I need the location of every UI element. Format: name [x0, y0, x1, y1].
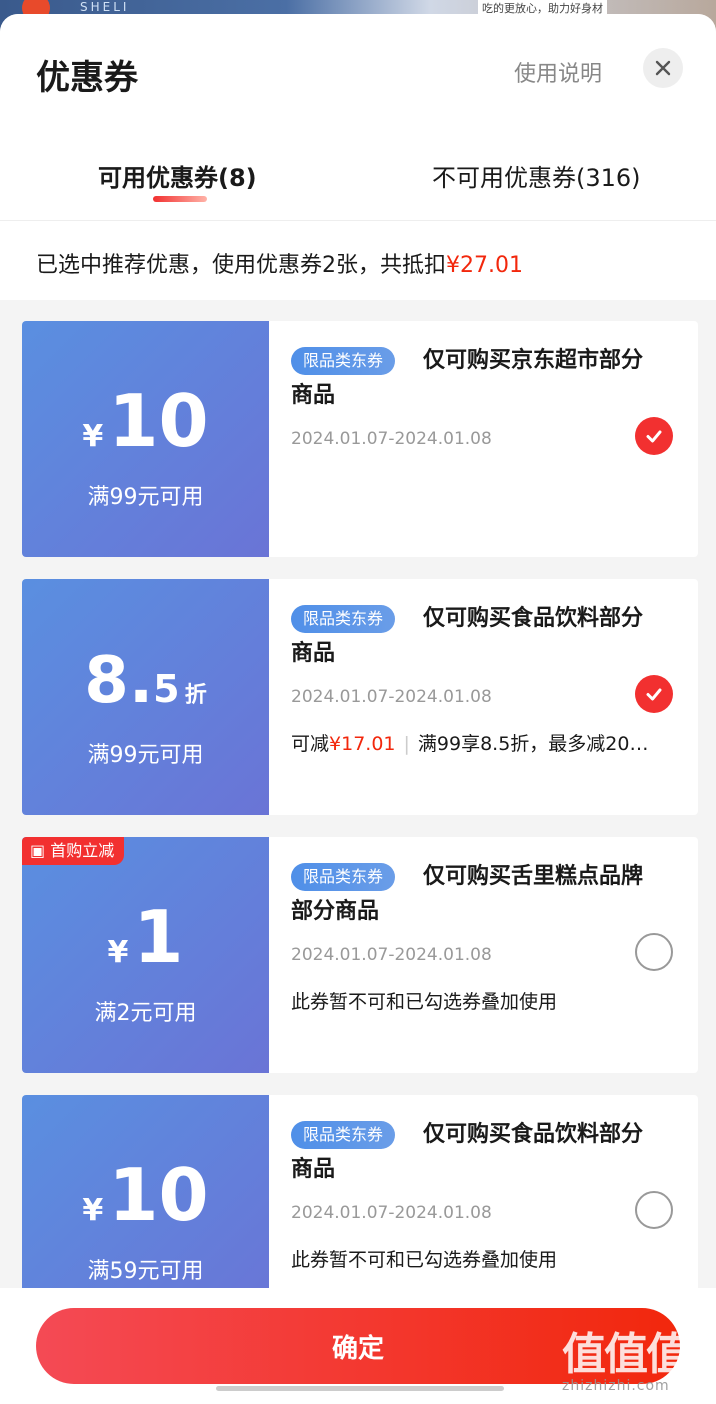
coupon-value-panel: ¥ 10 满99元可用 — [22, 321, 269, 557]
coupon-amount: ¥ 1 — [22, 901, 269, 973]
coupon-value-panel: ¥ 1 满2元可用 — [22, 837, 269, 1073]
page-title: 优惠券 — [36, 58, 138, 98]
coupon-condition: 满59元可用 — [87, 1259, 204, 1284]
coupon-info: 限品类东券 仅可购买食品饮料部分商品 2024.01.07-2024.01.08… — [269, 579, 698, 815]
coupon-description: 仅可购买舌里糕点品牌部分商品 — [291, 864, 644, 924]
coupon-info: 限品类东券 仅可购买舌里糕点品牌部分商品 2024.01.07-2024.01.… — [269, 837, 698, 1073]
coupon-card[interactable]: ▣ 首购立减 ¥ 1 满2元可用 限品类东券 仅可购买舌里糕点品牌部分商品 20… — [22, 837, 698, 1073]
coupon-value-panel: 8.5 折 满99元可用 — [22, 579, 269, 815]
discount-unit: 折 — [184, 683, 207, 708]
active-tab-indicator — [153, 196, 207, 202]
site-watermark: 值值值 zhizhizhi.com — [562, 1318, 712, 1398]
coupon-value: 8. — [84, 644, 154, 718]
usage-instructions-link[interactable]: 使用说明 — [514, 56, 602, 88]
coupon-amount: 8.5 折 — [22, 649, 269, 713]
coupon-checkbox-checked[interactable] — [635, 417, 673, 455]
coupon-note: 此券暂不可和已勾选券叠加使用 — [291, 991, 558, 1013]
close-icon — [655, 60, 671, 76]
divider: | — [403, 733, 410, 755]
watermark-url: zhizhizhi.com — [562, 1378, 670, 1394]
coupon-validity: 2024.01.07-2024.01.08 — [291, 1203, 492, 1223]
coupon-note: 此券暂不可和已勾选券叠加使用 — [291, 1249, 558, 1271]
coupon-condition: 满99元可用 — [87, 485, 204, 510]
coupon-info: 限品类东券 仅可购买京东超市部分商品 2024.01.07-2024.01.08 — [269, 321, 698, 557]
badge-label: 首购立减 — [50, 841, 115, 860]
check-icon — [646, 688, 662, 701]
close-button[interactable] — [643, 48, 683, 88]
coupon-condition: 满99元可用 — [87, 743, 204, 768]
coupon-checkbox-checked[interactable] — [635, 675, 673, 713]
home-indicator — [216, 1386, 504, 1391]
coupon-savings: 可减¥17.01 | 满99享8.5折，最多减20… — [291, 729, 648, 756]
summary-amount: ¥27.01 — [446, 253, 523, 278]
sheet-header: 优惠券 使用说明 可用优惠券(8) 不可用优惠券(316) — [0, 14, 716, 220]
tab-available[interactable]: 可用优惠券(8) — [98, 158, 257, 193]
coupon-sheet: 优惠券 使用说明 可用优惠券(8) 不可用优惠券(316) 已选中推荐优惠，使用… — [0, 14, 716, 1404]
coupon-value: 10 — [108, 1153, 209, 1237]
gift-icon: ▣ — [30, 841, 46, 860]
coupon-description: 仅可购买食品饮料部分商品 — [291, 1122, 644, 1182]
coupon-condition: 满2元可用 — [94, 1001, 197, 1026]
coupon-description: 仅可购买食品饮料部分商品 — [291, 606, 644, 666]
coupon-description: 仅可购买京东超市部分商品 — [291, 348, 644, 408]
savings-prefix: 可减 — [291, 733, 330, 755]
background-brand: SHELI — [80, 0, 130, 14]
coupon-validity: 2024.01.07-2024.01.08 — [291, 429, 492, 449]
savings-amount: ¥17.01 — [329, 733, 396, 755]
currency-symbol: ¥ — [82, 419, 104, 454]
coupon-validity: 2024.01.07-2024.01.08 — [291, 945, 492, 965]
summary-label: 已选中推荐优惠，使用优惠券2张，共抵扣 — [36, 253, 446, 278]
check-icon — [646, 430, 662, 443]
savings-rule: 满99享8.5折，最多减20… — [417, 733, 649, 755]
discount-summary: 已选中推荐优惠，使用优惠券2张，共抵扣¥27.01 — [0, 220, 716, 300]
coupon-value: 1 — [133, 895, 184, 979]
coupon-checkbox-unchecked[interactable] — [635, 933, 673, 971]
coupon-card[interactable]: 8.5 折 满99元可用 限品类东券 仅可购买食品饮料部分商品 2024.01.… — [22, 579, 698, 815]
coupon-value: 10 — [108, 379, 209, 463]
coupon-checkbox-unchecked[interactable] — [635, 1191, 673, 1229]
coupon-value-decimal: 5 — [153, 667, 180, 711]
tab-unavailable[interactable]: 不可用优惠券(316) — [432, 158, 641, 193]
watermark-logo: 值值值 — [562, 1329, 690, 1380]
coupon-amount: ¥ 10 — [22, 1159, 269, 1231]
currency-symbol: ¥ — [107, 935, 129, 970]
coupon-amount: ¥ 10 — [22, 385, 269, 457]
coupon-card[interactable]: ¥ 10 满99元可用 限品类东券 仅可购买京东超市部分商品 2024.01.0… — [22, 321, 698, 557]
coupon-validity: 2024.01.07-2024.01.08 — [291, 687, 492, 707]
summary-text: 已选中推荐优惠，使用优惠券2张，共抵扣¥27.01 — [36, 247, 523, 279]
currency-symbol: ¥ — [82, 1193, 104, 1228]
first-purchase-badge: ▣ 首购立减 — [22, 837, 125, 865]
